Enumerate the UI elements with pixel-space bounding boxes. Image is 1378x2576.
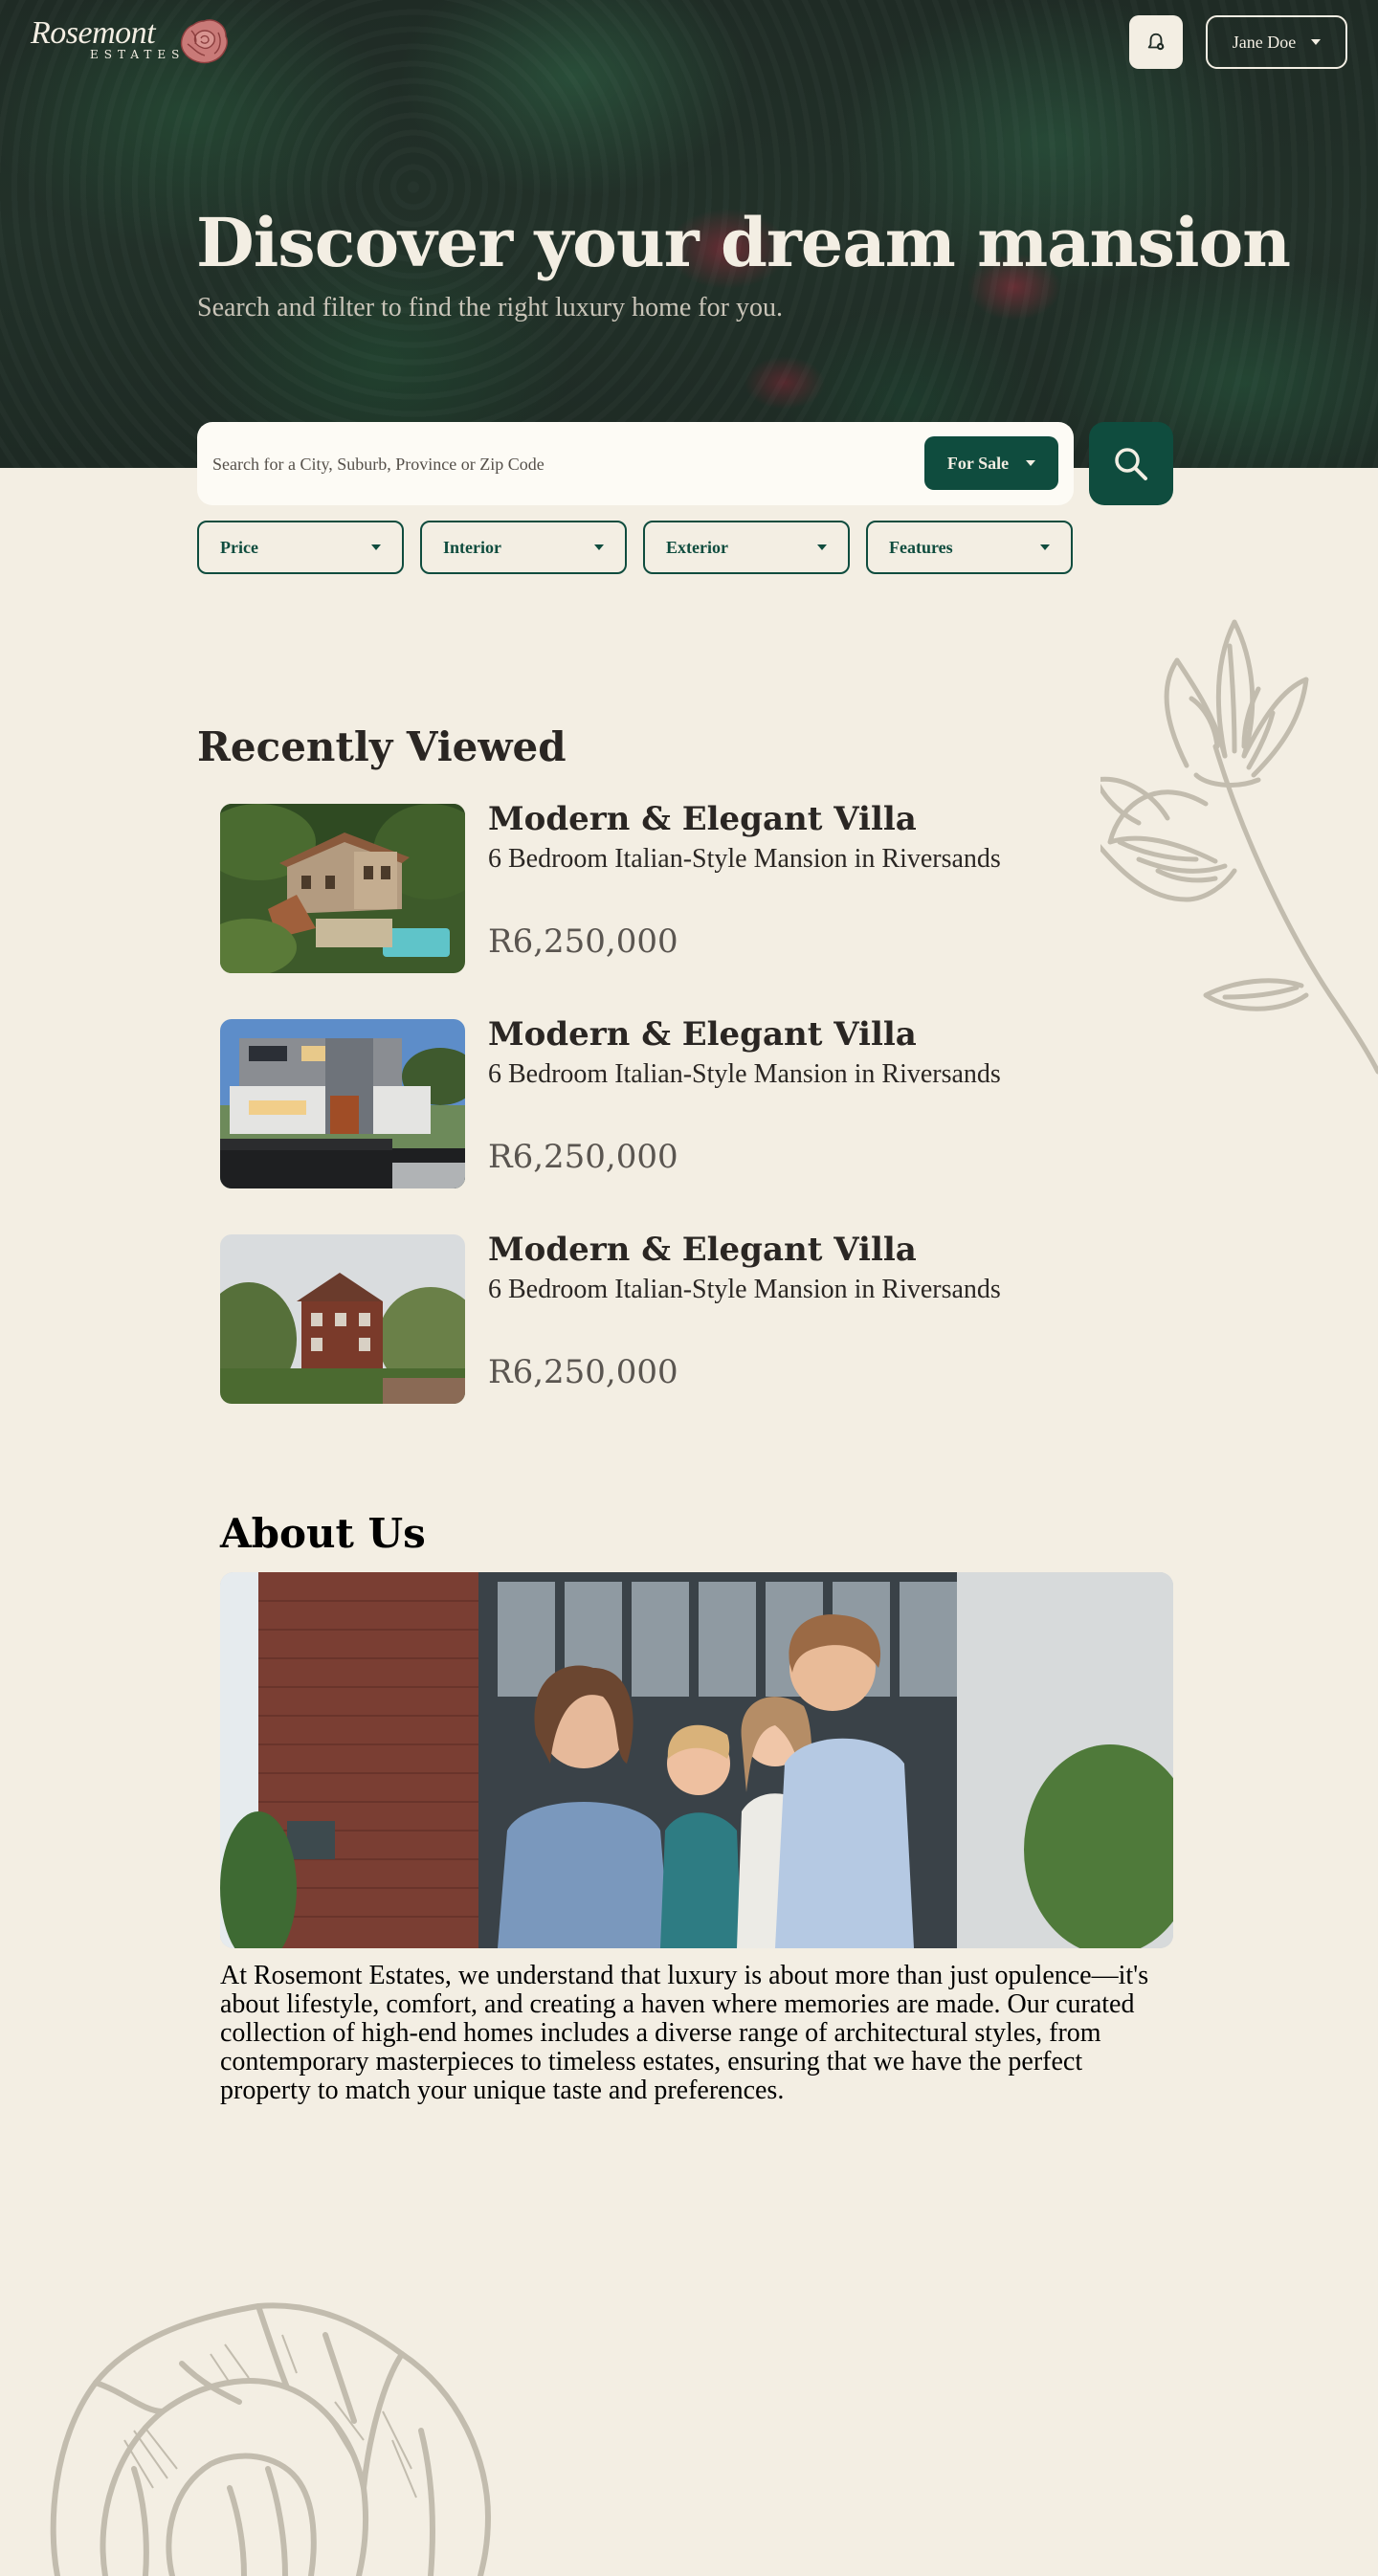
about-body: At Rosemont Estates, we understand that … — [220, 1961, 1149, 2105]
chevron-down-icon — [594, 544, 604, 550]
user-name: Jane Doe — [1232, 32, 1297, 52]
chevron-down-icon — [1026, 460, 1036, 466]
about-title: About Us — [220, 1510, 426, 1557]
logo-tagline: ESTATES — [90, 48, 186, 61]
listing-title[interactable]: Modern & Elegant Villa — [488, 800, 917, 838]
listing-title[interactable]: Modern & Elegant Villa — [488, 1231, 917, 1269]
listing-photo[interactable] — [220, 804, 465, 973]
listing-card[interactable]: Modern & Elegant Villa 6 Bedroom Italian… — [220, 1015, 1081, 1189]
filter-label: Interior — [443, 537, 501, 557]
filter-exterior-dropdown[interactable]: Exterior — [643, 521, 850, 574]
user-menu-button[interactable]: Jane Doe — [1206, 15, 1347, 69]
notifications-button[interactable] — [1129, 15, 1183, 69]
search-button[interactable] — [1089, 422, 1173, 505]
filter-interior-dropdown[interactable]: Interior — [420, 521, 627, 574]
listing-price: R6,250,000 — [488, 922, 678, 961]
chevron-down-icon — [817, 544, 827, 550]
listing-type-label: For Sale — [946, 453, 1010, 473]
filter-label: Exterior — [666, 537, 728, 557]
chevron-down-icon — [1311, 39, 1322, 45]
bell-icon — [1147, 33, 1165, 51]
listing-type-dropdown[interactable]: For Sale — [924, 436, 1058, 490]
filter-price-dropdown[interactable]: Price — [197, 521, 404, 574]
filter-features-dropdown[interactable]: Features — [866, 521, 1073, 574]
hero-title: Discover your dream mansion — [196, 203, 1291, 282]
search-input[interactable] — [212, 441, 882, 487]
filter-label: Price — [220, 537, 258, 557]
listing-card[interactable]: Modern & Elegant Villa 6 Bedroom Italian… — [220, 1231, 1081, 1405]
listing-subtitle: 6 Bedroom Italian-Style Mansion in River… — [488, 1059, 1001, 1089]
chevron-down-icon — [371, 544, 381, 550]
hero-subtitle: Search and filter to find the right luxu… — [197, 293, 783, 322]
search-bar: For Sale — [197, 422, 1074, 505]
logo-wordmark: Rosemont — [31, 15, 156, 51]
rose-illustration — [50, 2302, 491, 2576]
tulip-illustration — [1100, 619, 1378, 1075]
listing-price: R6,250,000 — [488, 1138, 678, 1176]
filter-bar: Price Interior Exterior Features — [197, 521, 1073, 574]
listing-title[interactable]: Modern & Elegant Villa — [488, 1015, 917, 1054]
recently-viewed-title: Recently Viewed — [197, 723, 567, 770]
listing-price: R6,250,000 — [488, 1353, 678, 1391]
filter-label: Features — [889, 537, 953, 557]
listing-photo[interactable] — [220, 1019, 465, 1188]
listing-card[interactable]: Modern & Elegant Villa 6 Bedroom Italian… — [220, 800, 1081, 974]
about-photo — [220, 1572, 1173, 1948]
search-icon — [1115, 447, 1147, 480]
rose-logo-icon — [180, 19, 228, 64]
listing-subtitle: 6 Bedroom Italian-Style Mansion in River… — [488, 844, 1001, 874]
listing-photo[interactable] — [220, 1234, 465, 1404]
logo[interactable]: Rosemont ESTATES — [31, 15, 232, 69]
listing-subtitle: 6 Bedroom Italian-Style Mansion in River… — [488, 1275, 1001, 1304]
chevron-down-icon — [1040, 544, 1050, 550]
